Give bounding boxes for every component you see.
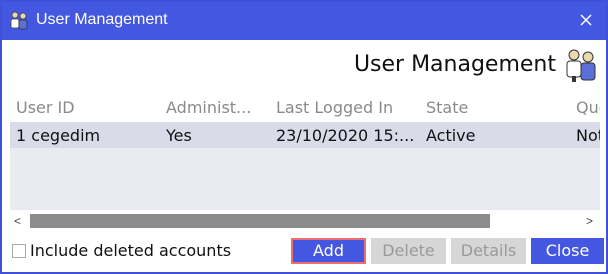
table-row[interactable]: 1 cegedim Yes 23/10/2020 15:... Active N… (10, 122, 600, 148)
table-header: User ID Administ... Last Logged In State… (10, 92, 600, 122)
add-button[interactable]: Add (291, 238, 366, 264)
scroll-thumb[interactable] (30, 214, 490, 228)
column-header-last-logged-in[interactable]: Last Logged In (276, 98, 393, 117)
horizontal-scrollbar[interactable]: < > (10, 210, 600, 232)
column-header-administrator[interactable]: Administ... (166, 98, 251, 117)
include-deleted-label: Include deleted accounts (30, 241, 232, 260)
column-header-state[interactable]: State (426, 98, 468, 117)
cell-que: Not (576, 126, 600, 145)
users-icon (566, 49, 596, 82)
cell-user-id: 1 cegedim (16, 126, 101, 145)
close-button[interactable]: Close (531, 238, 604, 264)
cell-administrator: Yes (166, 126, 192, 145)
column-header-user-id[interactable]: User ID (16, 98, 75, 117)
cell-last-logged-in: 23/10/2020 15:... (276, 126, 415, 145)
page-title: User Management (353, 52, 556, 77)
title-bar: User Management (2, 2, 606, 40)
users-icon (10, 11, 28, 30)
include-deleted-checkbox[interactable] (12, 244, 26, 258)
window-title: User Management (36, 11, 168, 28)
delete-button[interactable]: Delete (371, 238, 446, 264)
user-management-window: User Management User Management User ID … (0, 0, 608, 274)
scroll-right-arrow[interactable]: > (586, 214, 593, 228)
column-header-que[interactable]: Que (576, 98, 600, 117)
close-icon[interactable] (576, 10, 596, 30)
details-button[interactable]: Details (451, 238, 526, 264)
cell-state: Active (426, 126, 476, 145)
scroll-left-arrow[interactable]: < (14, 214, 21, 228)
